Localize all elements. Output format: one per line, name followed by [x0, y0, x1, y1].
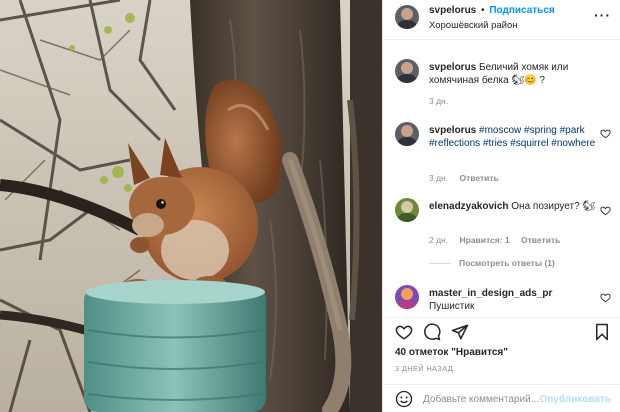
commenter-username[interactable]: elenadzyakovich	[429, 201, 508, 212]
post-date[interactable]: 3 ДНЕЙ НАЗАД	[395, 364, 453, 373]
like-comment-heart-icon[interactable]	[600, 205, 611, 216]
comment-meta: 3 дн.	[429, 96, 457, 106]
squirrel-emoji-icon: 🐿😊	[511, 75, 537, 86]
squirrel-photo	[0, 0, 382, 412]
publish-comment-button[interactable]: Опубликовать	[540, 394, 611, 405]
commenter-avatar[interactable]	[395, 122, 419, 146]
follow-button[interactable]: Подписаться	[489, 5, 554, 16]
comment-item: master_in_design_ads_pr Пушистик	[395, 285, 615, 315]
commenter-avatar[interactable]	[395, 59, 419, 83]
separator-dot: •	[481, 5, 485, 16]
comment-input[interactable]	[423, 391, 548, 407]
view-replies-label: Посмотреть ответы (1)	[459, 258, 555, 268]
hashtag-comment: svpelorus #moscow #spring #park #reflect…	[395, 122, 615, 183]
replies-divider	[429, 263, 451, 265]
like-comment-heart-icon[interactable]	[600, 128, 611, 139]
comment-body: master_in_design_ads_pr Пушистик	[429, 287, 597, 313]
post-header: svpelorus • Подписаться Хорошёвский райо…	[383, 0, 620, 40]
ellipsis-icon: ···	[594, 7, 611, 23]
emoji-smiley-icon[interactable]	[395, 390, 413, 408]
commenter-username[interactable]: master_in_design_ads_pr	[429, 287, 597, 300]
author-username[interactable]: svpelorus	[429, 5, 476, 16]
commenter-username[interactable]: svpelorus	[429, 125, 476, 136]
like-comment-heart-icon[interactable]	[600, 292, 611, 303]
add-comment-bar: Опубликовать	[383, 384, 620, 412]
view-replies-button[interactable]: Посмотреть ответы (1)	[429, 258, 555, 268]
commenter-username[interactable]: svpelorus	[429, 62, 476, 73]
reply-button[interactable]: Ответить	[459, 173, 498, 183]
author-avatar[interactable]	[395, 5, 419, 29]
location-link[interactable]: Хорошёвский район	[429, 20, 518, 31]
comment-meta: 3 дн. Ответить	[429, 173, 508, 183]
comment-time[interactable]: 3 дн.	[429, 173, 448, 183]
comment-likes-count[interactable]: Нравится: 1	[459, 235, 509, 245]
comments-list[interactable]: svpelorus Беличий хомяк или хомячиная бе…	[383, 41, 620, 317]
post-actions: 40 отметок "Нравится" 3 ДНЕЙ НАЗАД Опубл…	[383, 317, 620, 412]
comment-meta: 2 дн. Нравится: 1 Ответить	[429, 235, 569, 245]
likes-count[interactable]: 40 отметок "Нравится"	[395, 347, 508, 358]
like-heart-icon[interactable]	[395, 323, 413, 341]
comment-body: svpelorus Беличий хомяк или хомячиная бе…	[429, 61, 597, 87]
comment-time[interactable]: 3 дн.	[429, 96, 448, 106]
post-photo[interactable]	[0, 0, 382, 412]
comment-text: Она позирует?	[511, 201, 580, 212]
share-send-icon[interactable]	[451, 323, 469, 341]
post-side-panel: svpelorus • Подписаться Хорошёвский райо…	[382, 0, 620, 412]
commenter-avatar[interactable]	[395, 198, 419, 222]
comment-text: Пушистик	[429, 301, 475, 312]
comment-body: svpelorus #moscow #spring #park #reflect…	[429, 124, 597, 150]
author-line: svpelorus • Подписаться	[429, 5, 555, 16]
squirrel-emoji-icon: 🐿	[582, 201, 596, 212]
commenter-avatar[interactable]	[395, 285, 419, 309]
reply-button[interactable]: Ответить	[521, 235, 560, 245]
comment-time[interactable]: 2 дн.	[429, 235, 448, 245]
more-options-button[interactable]: ···	[594, 7, 611, 23]
comment-item: elenadzyakovich Она позирует? 🐿 2 дн. Нр…	[395, 198, 615, 248]
bookmark-icon[interactable]	[593, 323, 611, 341]
comment-suffix: ?	[539, 75, 545, 86]
comment-body: elenadzyakovich Она позирует? 🐿	[429, 200, 597, 213]
comment-bubble-icon[interactable]	[423, 323, 441, 341]
caption-comment: svpelorus Беличий хомяк или хомячиная бе…	[395, 59, 615, 109]
